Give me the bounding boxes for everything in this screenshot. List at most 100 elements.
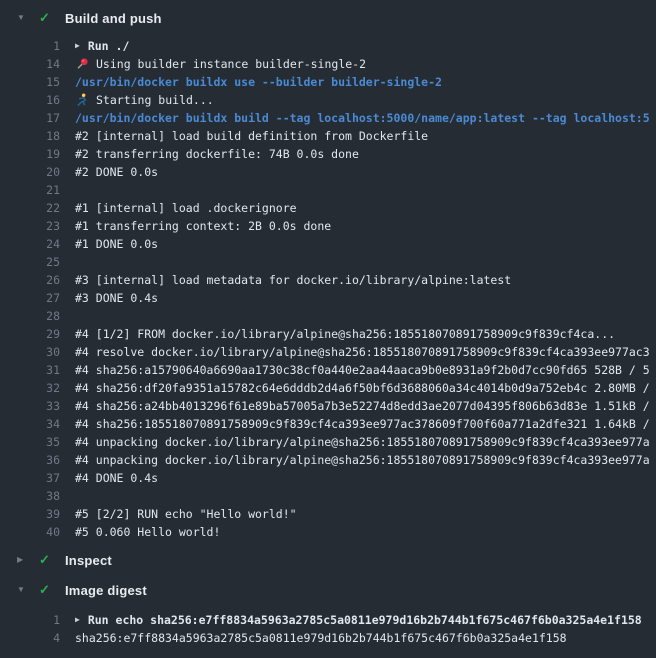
line-number[interactable]: 30 xyxy=(0,343,60,361)
line-number[interactable]: 35 xyxy=(0,433,60,451)
expand-run-icon[interactable]: ▶ xyxy=(75,611,80,629)
log-text: /usr/bin/docker buildx build --tag local… xyxy=(75,109,650,127)
line-content: #3 DONE 0.4s xyxy=(60,289,656,307)
line-number[interactable]: 38 xyxy=(0,487,60,505)
line-content: #4 unpacking docker.io/library/alpine@sh… xyxy=(60,433,656,451)
log-line: 39#5 [2/2] RUN echo "Hello world!" xyxy=(0,505,656,523)
log-line: 26 #3 [internal] load metadata for docker… xyxy=(0,271,656,289)
log-text: #3 DONE 0.4s xyxy=(75,289,158,307)
log-text: #4 sha256:a24bb4013296f61e89ba57005a7b3e… xyxy=(75,397,650,415)
line-content: #2 DONE 0.0s xyxy=(60,163,656,181)
line-content: #3 [internal] load metadata for docker.i… xyxy=(60,271,656,289)
section-header-build-and-push[interactable]: ▼✓Build and push xyxy=(0,7,656,29)
log-text: sha256:e7ff8834a5963a2785c5a0811e979d16b… xyxy=(75,629,567,647)
line-number[interactable]: 37 xyxy=(0,469,60,487)
chevron-down-icon[interactable]: ▼ xyxy=(17,7,39,29)
line-content: ▶ Run ./ xyxy=(60,37,656,55)
log-line: 17/usr/bin/docker buildx build --tag loc… xyxy=(0,109,656,127)
log-line: 28 xyxy=(0,307,656,325)
success-check-icon: ✓ xyxy=(39,549,65,571)
log-text: #5 0.060 Hello world! xyxy=(75,523,220,541)
line-number[interactable]: 36 xyxy=(0,451,60,469)
line-number[interactable]: 1 xyxy=(0,611,60,629)
line-content: #1 transferring context: 2B 0.0s done xyxy=(60,217,656,235)
line-number[interactable]: 15 xyxy=(0,73,60,91)
line-number[interactable]: 17 xyxy=(0,109,60,127)
line-content: sha256:e7ff8834a5963a2785c5a0811e979d16b… xyxy=(60,629,656,647)
line-content xyxy=(60,181,656,199)
line-number[interactable]: 39 xyxy=(0,505,60,523)
line-number[interactable]: 33 xyxy=(0,397,60,415)
line-number[interactable]: 28 xyxy=(0,307,60,325)
workflow-log-viewer: ▼✓Build and push1▶Run ./14Using builder … xyxy=(0,7,656,647)
line-number[interactable]: 14 xyxy=(0,55,60,73)
line-number[interactable]: 21 xyxy=(0,181,60,199)
line-number[interactable]: 20 xyxy=(0,163,60,181)
log-line: 21 xyxy=(0,181,656,199)
log-text: #1 DONE 0.0s xyxy=(75,235,158,253)
line-content: #4 DONE 0.4s xyxy=(60,469,656,487)
log-text: #4 [1/2] FROM docker.io/library/alpine@s… xyxy=(75,325,615,343)
expand-run-icon[interactable]: ▶ xyxy=(75,37,80,55)
line-number[interactable]: 25 xyxy=(0,253,60,271)
log-line: 24 #1 DONE 0.0s xyxy=(0,235,656,253)
section-header-image-digest[interactable]: ▼✓Image digest xyxy=(0,579,656,601)
log-text: #4 sha256:a15790640a6690aa1730c38cf0a440… xyxy=(75,361,650,379)
pushpin-icon xyxy=(75,57,89,71)
log-line: 1 ▶ Run ./ xyxy=(0,37,656,55)
line-content: #2 [internal] load build definition from… xyxy=(60,127,656,145)
line-number[interactable]: 26 xyxy=(0,271,60,289)
log-text: Using builder instance builder-single-2 xyxy=(96,55,366,73)
log-text: #2 [internal] load build definition from… xyxy=(75,127,428,145)
line-content: #2 transferring dockerfile: 74B 0.0s don… xyxy=(60,145,656,163)
line-content: #1 [internal] load .dockerignore xyxy=(60,199,656,217)
log-text: /usr/bin/docker buildx use --builder bui… xyxy=(75,73,442,91)
line-content: #1 DONE 0.0s xyxy=(60,235,656,253)
log-text: #4 sha256:df20fa9351a15782c64e6dddb2d4a6… xyxy=(75,379,650,397)
line-number[interactable]: 4 xyxy=(0,629,60,647)
log-text: #4 unpacking docker.io/library/alpine@sh… xyxy=(75,433,650,451)
section-title: Build and push xyxy=(65,11,162,26)
chevron-down-icon[interactable]: ▼ xyxy=(17,579,39,601)
line-number[interactable]: 32 xyxy=(0,379,60,397)
log-line: 22#1 [internal] load .dockerignore xyxy=(0,199,656,217)
log-line: 32 #4 sha256:df20fa9351a15782c64e6dddb2d4… xyxy=(0,379,656,397)
log-line: 35 #4 unpacking docker.io/library/alpine@… xyxy=(0,433,656,451)
log-text: Run ./ xyxy=(88,37,130,55)
log-text: #1 transferring context: 2B 0.0s done xyxy=(75,217,331,235)
line-number[interactable]: 22 xyxy=(0,199,60,217)
log-line: 4 sha256:e7ff8834a5963a2785c5a0811e979d16… xyxy=(0,629,656,647)
chevron-right-icon[interactable]: ▶ xyxy=(17,549,39,571)
section-title: Inspect xyxy=(65,553,112,568)
log-text: Run echo sha256:e7ff8834a5963a2785c5a081… xyxy=(88,611,642,629)
line-content: /usr/bin/docker buildx build --tag local… xyxy=(60,109,656,127)
line-content: #4 sha256:a15790640a6690aa1730c38cf0a440… xyxy=(60,361,656,379)
log-text: #3 [internal] load metadata for docker.i… xyxy=(75,271,511,289)
log-line: 34 #4 sha256:185518070891758909c9f839cf4c… xyxy=(0,415,656,433)
line-content: #5 0.060 Hello world! xyxy=(60,523,656,541)
line-number[interactable]: 23 xyxy=(0,217,60,235)
line-number[interactable]: 24 xyxy=(0,235,60,253)
line-content xyxy=(60,307,656,325)
line-number[interactable]: 1 xyxy=(0,37,60,55)
line-number[interactable]: 34 xyxy=(0,415,60,433)
line-number[interactable]: 27 xyxy=(0,289,60,307)
log-text: #4 sha256:185518070891758909c9f839cf4ca3… xyxy=(75,415,650,433)
log-line: 33 #4 sha256:a24bb4013296f61e89ba57005a7b… xyxy=(0,397,656,415)
line-content: ▶ Run echo sha256:e7ff8834a5963a2785c5a08… xyxy=(60,611,656,629)
log-text: #2 DONE 0.0s xyxy=(75,163,158,181)
line-number[interactable]: 40 xyxy=(0,523,60,541)
runner-icon xyxy=(75,93,89,107)
line-number[interactable]: 19 xyxy=(0,145,60,163)
section-header-inspect[interactable]: ▶✓Inspect xyxy=(0,549,656,571)
log-line: 30#4 resolve docker.io/library/alpine@sh… xyxy=(0,343,656,361)
log-line: 37#4 DONE 0.4s xyxy=(0,469,656,487)
line-number[interactable]: 31 xyxy=(0,361,60,379)
line-content xyxy=(60,487,656,505)
line-number[interactable]: 29 xyxy=(0,325,60,343)
log-lines-build-and-push: 1 ▶ Run ./ 14 Using builder instance builder… xyxy=(0,37,656,541)
line-number[interactable]: 18 xyxy=(0,127,60,145)
line-content: /usr/bin/docker buildx use --builder bui… xyxy=(60,73,656,91)
line-number[interactable]: 16 xyxy=(0,91,60,109)
log-line: 36#4 unpacking docker.io/library/alpine@… xyxy=(0,451,656,469)
